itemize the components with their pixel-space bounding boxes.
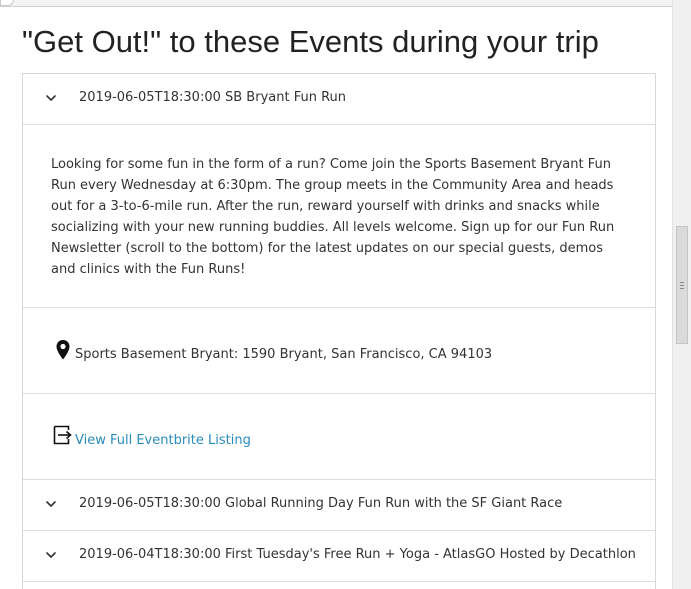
event-title: 2019-06-05T18:30:00 Global Running Day F… <box>79 496 563 511</box>
event-description: Looking for some fun in the form of a ru… <box>51 157 615 277</box>
event-title: 2019-06-05T18:30:00 SB Bryant Fun Run <box>79 90 347 105</box>
browser-window: "Get Out!" to these Events during your t… <box>0 0 691 589</box>
events-accordion: 2019-06-05T18:30:00 SB Bryant Fun Run Lo… <box>22 73 656 589</box>
scrollbar-thumb[interactable] <box>676 226 688 344</box>
map-pin-icon <box>56 340 70 360</box>
event-description-section: Looking for some fun in the form of a ru… <box>23 125 655 308</box>
external-link-icon <box>53 425 72 445</box>
event-title: 2019-06-04T18:30:00 First Tuesday's Free… <box>79 547 636 562</box>
vertical-scrollbar[interactable] <box>672 0 691 589</box>
event-location: Sports Basement Bryant: 1590 Bryant, San… <box>75 347 493 362</box>
chevron-down-icon <box>46 95 56 101</box>
event-header-3[interactable]: 2019-06-04T18:30:00 First Tuesday's Free… <box>23 531 655 582</box>
chevron-down-icon <box>46 552 56 558</box>
chevron-down-icon <box>46 501 56 507</box>
event-header-2[interactable]: 2019-06-05T18:30:00 Global Running Day F… <box>23 480 655 531</box>
grip-icon <box>680 282 684 289</box>
event-header-1[interactable]: 2019-06-05T18:30:00 SB Bryant Fun Run <box>23 74 655 125</box>
event-location-section: Sports Basement Bryant: 1590 Bryant, San… <box>23 308 655 394</box>
page-title: "Get Out!" to these Events during your t… <box>22 24 599 59</box>
page-content: "Get Out!" to these Events during your t… <box>0 6 672 589</box>
view-eventbrite-link[interactable]: View Full Eventbrite Listing <box>75 433 251 448</box>
event-link-section: View Full Eventbrite Listing <box>23 394 655 480</box>
